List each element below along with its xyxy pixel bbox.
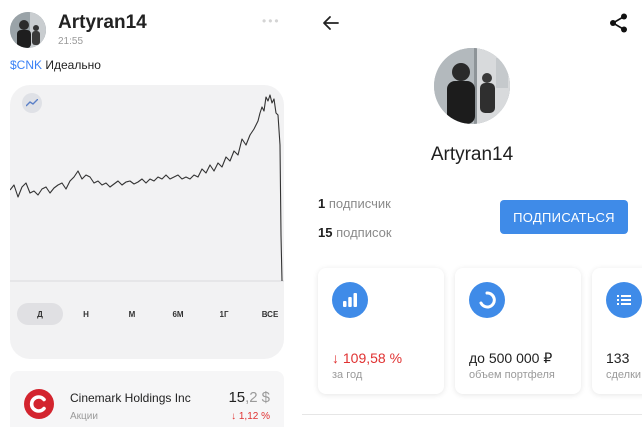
price-decimal: ,2 [245, 389, 258, 406]
author-name[interactable]: Artyran14 [58, 13, 147, 33]
yield-card[interactable]: ↓ 109,58 % за год [318, 268, 444, 394]
subscriptions-stat[interactable]: 15 подписок [318, 225, 392, 240]
portfolio-card[interactable]: до 500 000 ₽ объем портфеля [455, 268, 581, 394]
pie-chart-icon [469, 282, 505, 318]
post-header: Artyran14 21:55 [10, 12, 147, 48]
trend-line-icon [26, 99, 38, 107]
list-icon [606, 282, 642, 318]
period-button[interactable]: ВСЕ [247, 303, 284, 325]
post-pane: Artyran14 21:55 ••• $CNK Идеально Д Н М 6М 1… [0, 0, 300, 427]
more-options-icon[interactable]: ••• [262, 14, 281, 28]
subscriptions-count: 15 [318, 225, 333, 240]
period-button[interactable]: Н [63, 303, 109, 325]
yield-value: ↓ 109,58 % [332, 350, 403, 366]
profile-photo [434, 48, 510, 124]
instrument-name: Cinemark Holdings Inc [70, 391, 191, 405]
share-button[interactable] [608, 12, 630, 34]
trades-value: 133 [606, 350, 630, 366]
portfolio-value: до 500 000 ₽ [469, 350, 553, 366]
period-button[interactable]: Д [17, 303, 63, 325]
ticker-link[interactable]: $CNK [10, 58, 42, 72]
price-currency: $ [261, 389, 270, 406]
post-text: $CNK Идеально [10, 58, 101, 72]
trades-card[interactable]: 133 сделки [592, 268, 642, 394]
bar-chart-icon [332, 282, 368, 318]
instrument-card[interactable]: Cinemark Holdings Inc Акции 15,2 $ ↓ 1,12… [10, 371, 284, 427]
price-line [10, 94, 283, 282]
subscribers-count: 1 [318, 196, 326, 211]
yield-caption: за год [332, 369, 363, 381]
price-chart-card: Д Н М 6М 1Г ВСЕ [10, 85, 284, 359]
period-button[interactable]: 1Г [201, 303, 247, 325]
subscribers-stat[interactable]: 1 подписчик [318, 196, 391, 211]
price-change: ↓ 1,12 % [231, 411, 270, 422]
instrument-type: Акции [70, 411, 98, 422]
author-avatar[interactable] [10, 12, 46, 48]
price-chart [10, 94, 284, 282]
period-button[interactable]: 6М [155, 303, 201, 325]
arrow-left-icon [323, 16, 339, 30]
chart-type-toggle[interactable] [22, 93, 42, 113]
trades-caption: сделки [606, 369, 642, 381]
instrument-price: 15,2 $ [228, 389, 270, 406]
share-icon [610, 13, 627, 33]
profile-avatar [434, 48, 510, 124]
portfolio-caption: объем портфеля [469, 369, 555, 381]
period-button[interactable]: М [109, 303, 155, 325]
period-selector: Д Н М 6М 1Г ВСЕ [17, 303, 284, 325]
subscribe-button[interactable]: ПОДПИСАТЬСЯ [500, 200, 628, 234]
profile-pane: Artyran14 1 подписчик 15 подписок ПОДПИС… [302, 0, 642, 427]
post-body: Идеально [45, 58, 101, 72]
divider [302, 414, 642, 415]
subscriptions-label: подписок [336, 225, 392, 240]
c-logo-icon [29, 395, 46, 413]
post-time: 21:55 [58, 36, 84, 47]
back-button[interactable] [320, 12, 342, 34]
price-integer: 15 [228, 389, 246, 406]
profile-name: Artyran14 [430, 144, 514, 165]
cinemark-logo [24, 389, 54, 419]
avatar-photo [10, 12, 46, 48]
subscribers-label: подписчик [328, 196, 391, 211]
